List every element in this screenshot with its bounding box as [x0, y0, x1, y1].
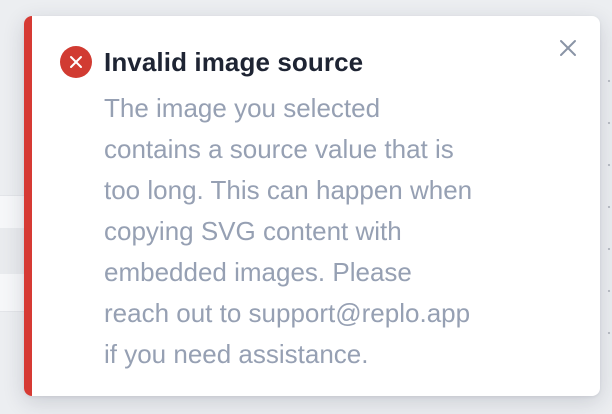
- toast-accent-bar: [24, 16, 32, 396]
- error-toast: Invalid image source The image you selec…: [24, 16, 600, 396]
- background-dot-grid: [606, 60, 612, 360]
- close-icon[interactable]: [559, 39, 577, 57]
- toast-message: The image you selected contains a source…: [104, 93, 473, 369]
- close-button[interactable]: [554, 34, 582, 62]
- toast-title: Invalid image source: [104, 47, 364, 77]
- error-icon: [60, 46, 92, 78]
